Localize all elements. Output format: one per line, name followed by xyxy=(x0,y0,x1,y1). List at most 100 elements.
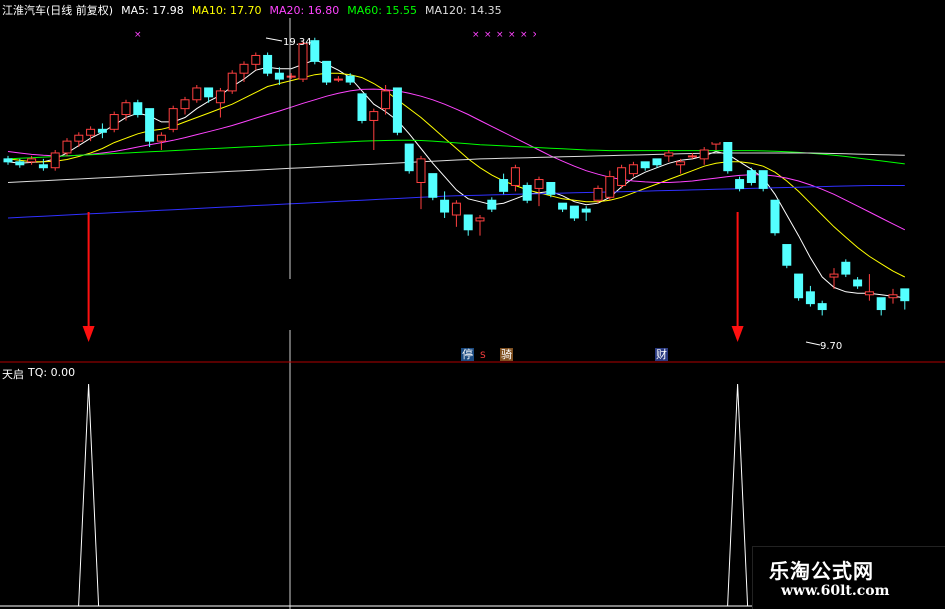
candle-body xyxy=(794,273,804,299)
x-marker: × xyxy=(484,30,492,40)
candle[interactable] xyxy=(404,143,414,174)
candle[interactable] xyxy=(97,123,107,139)
candle-body xyxy=(251,54,261,65)
candle[interactable] xyxy=(333,76,343,83)
x-marker: × xyxy=(508,30,516,40)
cai-marker[interactable]: 财 xyxy=(655,348,668,361)
candle[interactable] xyxy=(817,300,827,316)
ma60-value: MA60: 15.55 xyxy=(347,3,417,17)
candle-body xyxy=(864,291,874,296)
candle[interactable] xyxy=(746,167,756,186)
candle-body xyxy=(522,184,532,201)
candle-body xyxy=(62,140,72,154)
candle[interactable] xyxy=(133,99,143,118)
candle-body xyxy=(392,87,402,133)
candle[interactable] xyxy=(664,150,674,162)
candle[interactable] xyxy=(499,173,509,195)
candle[interactable] xyxy=(263,52,273,77)
candle-body xyxy=(676,161,686,166)
candle[interactable] xyxy=(168,105,178,133)
candle[interactable] xyxy=(109,111,119,133)
candle[interactable] xyxy=(62,138,72,156)
candle[interactable] xyxy=(900,288,910,310)
candle[interactable] xyxy=(605,170,615,201)
candle[interactable] xyxy=(50,150,60,171)
candle-body xyxy=(581,208,591,213)
candle[interactable] xyxy=(416,155,426,210)
candle-body xyxy=(333,78,343,81)
candle[interactable] xyxy=(86,126,96,142)
candle[interactable] xyxy=(475,215,485,236)
signal-arrow-head xyxy=(82,326,95,342)
candle[interactable] xyxy=(805,285,815,307)
candle[interactable] xyxy=(192,85,202,103)
candle[interactable] xyxy=(180,96,190,115)
stock-title[interactable]: 江淮汽车(日线 前复权) xyxy=(2,2,113,18)
candle[interactable] xyxy=(569,205,579,221)
candle-body xyxy=(463,214,473,231)
candle[interactable] xyxy=(3,155,13,165)
candle[interactable] xyxy=(310,37,320,65)
candle-body xyxy=(664,152,674,157)
candle-body xyxy=(310,40,320,62)
candle[interactable] xyxy=(841,259,851,278)
candle[interactable] xyxy=(758,170,768,192)
candle-body xyxy=(239,63,249,74)
candle-body xyxy=(428,173,438,198)
candle[interactable] xyxy=(534,176,544,207)
candle-body xyxy=(357,93,367,121)
candle[interactable] xyxy=(628,161,638,177)
candle[interactable] xyxy=(770,199,780,236)
candle[interactable] xyxy=(558,202,568,213)
candle[interactable] xyxy=(121,99,131,121)
candle[interactable] xyxy=(145,108,155,148)
ting-marker[interactable]: 停 xyxy=(461,348,474,361)
candle[interactable] xyxy=(451,200,461,227)
candle[interactable] xyxy=(853,277,863,289)
candle[interactable] xyxy=(322,60,332,85)
candle[interactable] xyxy=(227,70,237,94)
jiang-marker[interactable]: 骑 xyxy=(500,348,513,361)
candle-body xyxy=(593,187,603,201)
candle[interactable] xyxy=(888,288,898,304)
candle[interactable] xyxy=(215,87,225,118)
candle[interactable] xyxy=(204,87,214,103)
candle-body xyxy=(133,102,143,116)
candle[interactable] xyxy=(463,214,473,236)
candle-body xyxy=(369,111,379,121)
candle[interactable] xyxy=(392,87,402,136)
tq-spike xyxy=(78,383,100,607)
candle[interactable] xyxy=(522,182,532,204)
candle[interactable] xyxy=(782,244,792,269)
candle[interactable] xyxy=(510,164,520,192)
candle[interactable] xyxy=(640,161,650,171)
candle[interactable] xyxy=(239,61,249,83)
candle[interactable] xyxy=(829,268,839,289)
s-marker[interactable]: S xyxy=(479,350,487,363)
candle[interactable] xyxy=(156,132,166,150)
candle[interactable] xyxy=(251,52,261,71)
candle[interactable] xyxy=(357,93,367,124)
candle[interactable] xyxy=(864,274,874,301)
candle[interactable] xyxy=(74,132,84,148)
indicator-name[interactable]: 天启 xyxy=(2,366,24,382)
candle-body xyxy=(298,43,308,80)
candle[interactable] xyxy=(286,73,296,80)
candle-body xyxy=(900,288,910,302)
candle[interactable] xyxy=(581,206,591,221)
candle[interactable] xyxy=(876,297,886,316)
candle-body xyxy=(888,294,898,299)
x-marker: × xyxy=(496,30,504,40)
candle-body xyxy=(534,179,544,189)
candle[interactable] xyxy=(428,173,438,201)
candle[interactable] xyxy=(369,108,379,150)
candle[interactable] xyxy=(593,185,603,204)
candle-body xyxy=(487,199,497,210)
candle[interactable] xyxy=(487,197,497,213)
candle-body xyxy=(628,164,638,175)
candle-body xyxy=(652,158,662,166)
candle[interactable] xyxy=(440,191,450,218)
candle[interactable] xyxy=(794,273,804,301)
candle[interactable] xyxy=(699,147,709,165)
candle[interactable] xyxy=(617,164,627,189)
